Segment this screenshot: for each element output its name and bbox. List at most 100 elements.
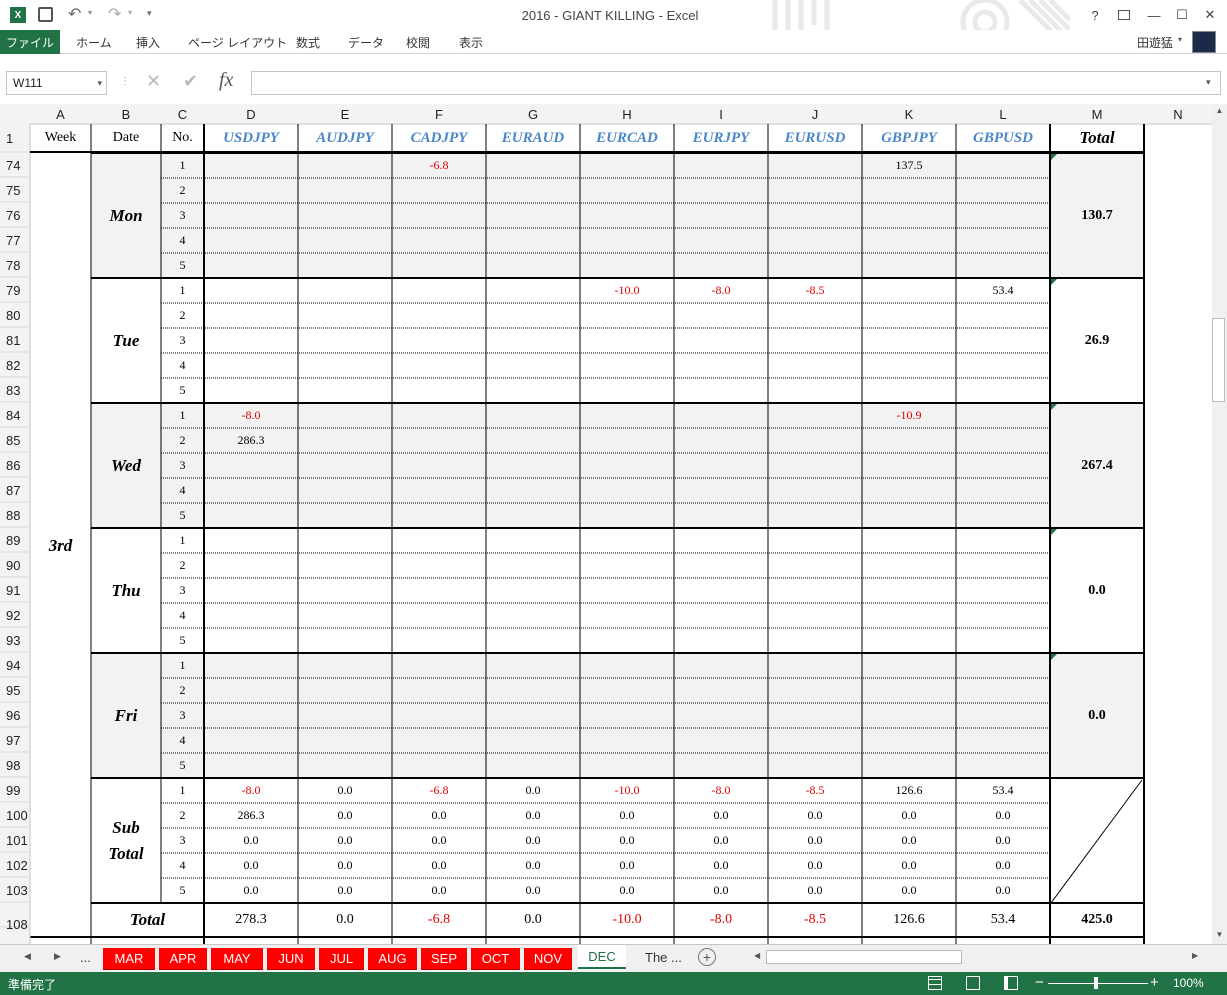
row-number[interactable]: 99: [0, 778, 30, 803]
zoom-in-icon[interactable]: +: [1150, 974, 1159, 991]
no-cell[interactable]: 4: [161, 228, 204, 253]
row-number[interactable]: 77: [0, 228, 30, 253]
customize-qat-icon[interactable]: ▾: [147, 8, 152, 19]
sheet-tab-active[interactable]: DEC: [578, 945, 626, 969]
subtotal-value[interactable]: 0.0: [862, 828, 956, 853]
row-number[interactable]: 97: [0, 728, 30, 753]
subtotal-value[interactable]: 0.0: [674, 828, 768, 853]
no-cell[interactable]: 4: [161, 478, 204, 503]
subtotal-value[interactable]: 0.0: [862, 803, 956, 828]
subtotal-value[interactable]: 0.0: [862, 878, 956, 903]
vertical-scrollbar-thumb[interactable]: [1212, 318, 1225, 402]
tab-review[interactable]: 校閲: [406, 30, 430, 54]
no-cell[interactable]: 5: [161, 878, 204, 903]
subtotal-value[interactable]: 286.3: [204, 803, 298, 828]
zoom-level[interactable]: 100%: [1173, 976, 1204, 990]
enter-icon[interactable]: ✔: [183, 71, 198, 92]
no-cell[interactable]: 3: [161, 453, 204, 478]
column-header-k[interactable]: K: [862, 104, 956, 124]
subtotal-value[interactable]: 0.0: [204, 828, 298, 853]
zoom-slider-thumb[interactable]: [1094, 977, 1098, 989]
column-header-m[interactable]: M: [1050, 104, 1144, 124]
no-cell[interactable]: 4: [161, 728, 204, 753]
avatar[interactable]: [1192, 31, 1216, 53]
column-header-c[interactable]: C: [161, 104, 204, 124]
page-break-view-icon[interactable]: [1004, 976, 1018, 990]
sheet-tab-sep[interactable]: SEP: [421, 948, 467, 970]
zoom-out-icon[interactable]: −: [1035, 974, 1044, 991]
row-number[interactable]: 108: [0, 911, 30, 937]
day-total-wed[interactable]: 267.4: [1050, 403, 1144, 528]
column-header-b[interactable]: B: [91, 104, 161, 124]
tab-ellipsis[interactable]: ...: [80, 950, 91, 965]
row-number[interactable]: 100: [0, 803, 30, 828]
total-value[interactable]: -6.8: [392, 903, 486, 937]
subtotal-value[interactable]: 0.0: [768, 853, 862, 878]
no-cell[interactable]: 2: [161, 553, 204, 578]
tab-scroll-right-icon[interactable]: ▶: [54, 951, 61, 962]
row-number[interactable]: 94: [0, 653, 30, 678]
sheet-tab-more[interactable]: The ...: [645, 950, 682, 965]
no-cell[interactable]: 2: [161, 803, 204, 828]
total-value[interactable]: -10.0: [580, 903, 674, 937]
row-number[interactable]: 89: [0, 528, 30, 553]
total-value[interactable]: 53.4: [956, 903, 1050, 937]
no-cell[interactable]: 1: [161, 278, 204, 303]
header-date[interactable]: Date: [91, 124, 161, 152]
header-week[interactable]: Week: [30, 124, 91, 152]
ribbon-display-options-button[interactable]: [1110, 0, 1138, 30]
tab-insert[interactable]: 挿入: [136, 30, 160, 54]
no-cell[interactable]: 2: [161, 303, 204, 328]
row-number[interactable]: 85: [0, 428, 30, 453]
redo-icon[interactable]: ↷: [108, 4, 121, 24]
subtotal-value[interactable]: 0.0: [392, 803, 486, 828]
subtotal-value[interactable]: 0.0: [580, 803, 674, 828]
day-total-thu[interactable]: 0.0: [1050, 528, 1144, 653]
row-number[interactable]: 84: [0, 403, 30, 428]
header-pair-audjpy[interactable]: AUDJPY: [298, 124, 392, 152]
tab-view[interactable]: 表示: [459, 30, 483, 54]
undo-icon[interactable]: ↶: [68, 4, 81, 24]
row-number[interactable]: 101: [0, 828, 30, 853]
row-number[interactable]: 78: [0, 253, 30, 278]
normal-view-icon[interactable]: [928, 976, 942, 990]
day-total-mon[interactable]: 130.7: [1050, 153, 1144, 278]
subtotal-value[interactable]: -8.0: [674, 778, 768, 803]
day-total-fri[interactable]: 0.0: [1050, 653, 1144, 778]
help-button[interactable]: ?: [1083, 0, 1107, 30]
header-pair-eurcad[interactable]: EURCAD: [580, 124, 674, 152]
sheet-tab-jun[interactable]: JUN: [267, 948, 315, 970]
trade-value[interactable]: -10.0: [580, 278, 674, 303]
trade-value[interactable]: -8.0: [674, 278, 768, 303]
tab-home[interactable]: ホーム: [76, 30, 112, 54]
no-cell[interactable]: 5: [161, 378, 204, 403]
subtotal-value[interactable]: 0.0: [580, 828, 674, 853]
subtotal-value[interactable]: 0.0: [298, 878, 392, 903]
header-pair-cadjpy[interactable]: CADJPY: [392, 124, 486, 152]
subtotal-value[interactable]: 0.0: [768, 828, 862, 853]
header-pair-gbpusd[interactable]: GBPUSD: [956, 124, 1050, 152]
row-number[interactable]: 86: [0, 453, 30, 478]
subtotal-value[interactable]: 0.0: [674, 853, 768, 878]
subtotal-value[interactable]: 0.0: [956, 853, 1050, 878]
day-label-fri[interactable]: Fri: [91, 653, 161, 778]
subtotal-value[interactable]: 0.0: [392, 853, 486, 878]
worksheet-grid[interactable]: A B C D E F G H I J K L M N 1 Week Date No. USDJPY AUDJPY CA…: [0, 104, 1227, 944]
row-number[interactable]: 83: [0, 378, 30, 403]
subtotal-value[interactable]: 0.0: [956, 828, 1050, 853]
header-pair-euraud[interactable]: EURAUD: [486, 124, 580, 152]
day-total-tue[interactable]: 26.9: [1050, 278, 1144, 403]
sheet-tab-aug[interactable]: AUG: [368, 948, 417, 970]
row-number[interactable]: 88: [0, 503, 30, 528]
total-label[interactable]: Total: [91, 903, 204, 937]
row-number[interactable]: 81: [0, 328, 30, 353]
expand-formula-icon[interactable]: ▾: [1206, 77, 1211, 88]
subtotal-value[interactable]: 0.0: [674, 803, 768, 828]
new-sheet-icon[interactable]: +: [698, 948, 716, 966]
subtotal-value[interactable]: -8.5: [768, 778, 862, 803]
trade-value[interactable]: 53.4: [956, 278, 1050, 303]
header-total[interactable]: Total: [1050, 124, 1144, 152]
column-header-n[interactable]: N: [1144, 104, 1212, 124]
tab-page-layout[interactable]: ページ レイアウト: [188, 30, 287, 54]
sheet-tab-may[interactable]: MAY: [211, 948, 263, 970]
